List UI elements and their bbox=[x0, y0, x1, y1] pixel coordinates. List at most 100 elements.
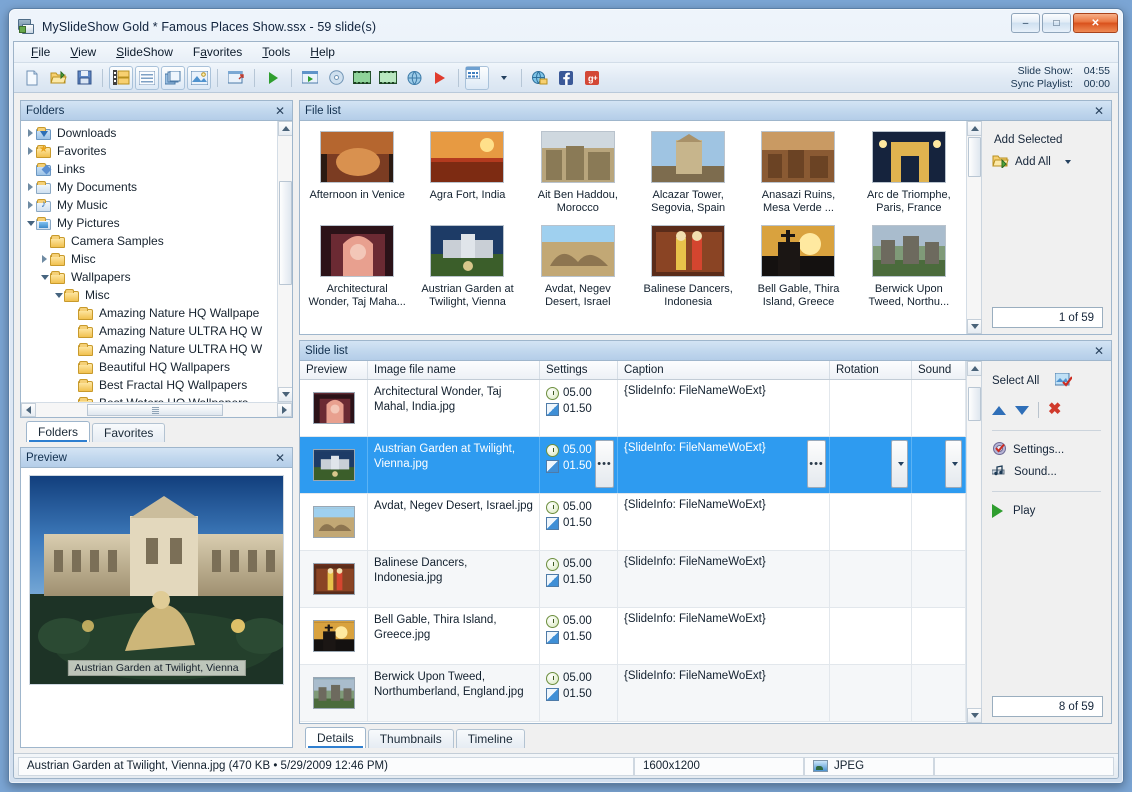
file-list-grid[interactable]: Afternoon in VeniceAgra Fort, IndiaAit B… bbox=[300, 121, 966, 315]
column-header-caption[interactable]: Caption bbox=[618, 361, 830, 379]
tree-item[interactable]: Camera Samples bbox=[25, 232, 277, 250]
publish-icon[interactable] bbox=[428, 66, 452, 90]
slide-row[interactable]: Bell Gable, Thira Island, Greece.jpg05.0… bbox=[300, 608, 966, 665]
film-import-icon[interactable] bbox=[376, 66, 400, 90]
tree-item[interactable]: My Pictures bbox=[25, 214, 277, 232]
scrollbar-thumb[interactable] bbox=[968, 387, 981, 421]
close-icon[interactable]: ✕ bbox=[273, 451, 287, 465]
file-list-item[interactable]: Bell Gable, Thira Island, Greece bbox=[743, 221, 853, 315]
file-list-item[interactable]: Austrian Garden at Twilight, Vienna bbox=[412, 221, 522, 315]
details-view-icon[interactable] bbox=[135, 66, 159, 90]
expand-icon[interactable] bbox=[25, 183, 36, 191]
folders-horizontal-scrollbar[interactable] bbox=[21, 402, 292, 417]
column-header-sound[interactable]: Sound bbox=[912, 361, 966, 379]
slide-list-scrollbar[interactable] bbox=[966, 361, 981, 723]
settings-button[interactable]: Settings... bbox=[992, 439, 1103, 461]
menu-file[interactable]: File bbox=[22, 42, 59, 62]
tab-details[interactable]: Details bbox=[305, 727, 366, 748]
close-icon[interactable]: ✕ bbox=[1092, 344, 1106, 358]
scroll-down-icon[interactable] bbox=[967, 319, 982, 334]
scroll-down-icon[interactable] bbox=[278, 387, 292, 402]
globe-upload-icon[interactable] bbox=[528, 66, 552, 90]
burn-disc-icon[interactable] bbox=[324, 66, 348, 90]
tree-item[interactable]: Beautiful HQ Wallpapers bbox=[25, 358, 277, 376]
googleplus-icon[interactable]: g+ bbox=[580, 66, 604, 90]
column-header-filename[interactable]: Image file name bbox=[368, 361, 540, 379]
slide-row[interactable]: Avdat, Negev Desert, Israel.jpg05.0001.5… bbox=[300, 494, 966, 551]
expand-icon[interactable] bbox=[25, 129, 36, 137]
scrollbar-thumb[interactable] bbox=[87, 404, 223, 416]
collapse-icon[interactable] bbox=[53, 293, 64, 298]
file-list-item[interactable]: Afternoon in Venice bbox=[302, 127, 412, 221]
file-list-item[interactable]: Avdat, Negev Desert, Israel bbox=[523, 221, 633, 315]
properties-icon[interactable] bbox=[224, 66, 248, 90]
select-all-button[interactable]: Select All bbox=[992, 370, 1103, 392]
menu-view[interactable]: View bbox=[61, 42, 105, 62]
move-up-icon[interactable] bbox=[992, 406, 1006, 415]
add-all-button[interactable]: Add All bbox=[992, 151, 1103, 173]
tab-timeline[interactable]: Timeline bbox=[456, 729, 525, 748]
menu-tools[interactable]: Tools bbox=[253, 42, 299, 62]
tab-folders[interactable]: Folders bbox=[26, 421, 90, 442]
column-header-settings[interactable]: Settings bbox=[540, 361, 618, 379]
file-list-item[interactable]: Balinese Dancers, Indonesia bbox=[633, 221, 743, 315]
tree-item[interactable]: Amazing Nature HQ Wallpape bbox=[25, 304, 277, 322]
slide-row[interactable]: Architectural Wonder, Taj Mahal, India.j… bbox=[300, 380, 966, 437]
play-button[interactable]: Play bbox=[992, 500, 1103, 522]
play-icon[interactable] bbox=[261, 66, 285, 90]
chevron-down-icon[interactable] bbox=[1065, 160, 1071, 164]
folders-vertical-scrollbar[interactable] bbox=[277, 121, 292, 402]
slide-view-icon[interactable] bbox=[187, 66, 211, 90]
film-export-icon[interactable] bbox=[350, 66, 374, 90]
scrollbar-thumb[interactable] bbox=[279, 181, 292, 285]
menu-help[interactable]: Help bbox=[301, 42, 344, 62]
tree-item[interactable]: Downloads bbox=[25, 124, 277, 142]
file-list-item[interactable]: Alcazar Tower, Segovia, Spain bbox=[633, 127, 743, 221]
close-icon[interactable]: ✕ bbox=[273, 104, 287, 118]
tree-item[interactable]: My Music bbox=[25, 196, 277, 214]
scroll-down-icon[interactable] bbox=[967, 708, 982, 723]
sound-button[interactable]: Sound... bbox=[992, 461, 1103, 483]
folders-tree[interactable]: DownloadsFavoritesLinksMy DocumentsMy Mu… bbox=[21, 121, 277, 402]
file-list-item[interactable]: Berwick Upon Tweed, Northu... bbox=[854, 221, 964, 315]
tab-favorites[interactable]: Favorites bbox=[92, 423, 165, 442]
minimize-button[interactable]: – bbox=[1011, 13, 1040, 33]
facebook-icon[interactable] bbox=[554, 66, 578, 90]
grid-dropdown-caret-icon[interactable] bbox=[491, 66, 515, 90]
tree-item[interactable]: Best Waters HQ Wallpapers bbox=[25, 394, 277, 402]
scrollbar-thumb[interactable] bbox=[968, 137, 981, 177]
web-album-icon[interactable] bbox=[402, 66, 426, 90]
settings-ellipsis-button[interactable]: ••• bbox=[595, 440, 614, 488]
filmstrip-view-icon[interactable] bbox=[109, 66, 133, 90]
tree-item[interactable]: Links bbox=[25, 160, 277, 178]
rotation-dropdown-button[interactable] bbox=[891, 440, 908, 488]
slide-row[interactable]: Berwick Upon Tweed, Northumberland, Engl… bbox=[300, 665, 966, 722]
new-document-icon[interactable] bbox=[20, 66, 44, 90]
grid-dropdown-icon[interactable] bbox=[465, 66, 489, 90]
file-list-item[interactable]: Arc de Triomphe, Paris, France bbox=[854, 127, 964, 221]
slide-table-rows[interactable]: Architectural Wonder, Taj Mahal, India.j… bbox=[300, 380, 966, 723]
tree-item[interactable]: Wallpapers bbox=[25, 268, 277, 286]
move-down-icon[interactable] bbox=[1015, 406, 1029, 415]
tree-item[interactable]: Amazing Nature ULTRA HQ W bbox=[25, 340, 277, 358]
column-header-rotation[interactable]: Rotation bbox=[830, 361, 912, 379]
caption-ellipsis-button[interactable]: ••• bbox=[807, 440, 826, 488]
expand-icon[interactable] bbox=[25, 201, 36, 209]
delete-icon[interactable]: ✖ bbox=[1048, 402, 1061, 418]
tree-item[interactable]: Amazing Nature ULTRA HQ W bbox=[25, 322, 277, 340]
open-folder-icon[interactable] bbox=[46, 66, 70, 90]
file-list-item[interactable]: Agra Fort, India bbox=[412, 127, 522, 221]
scroll-up-icon[interactable] bbox=[278, 121, 292, 136]
file-list-scrollbar[interactable] bbox=[966, 121, 981, 334]
scroll-up-icon[interactable] bbox=[967, 121, 982, 136]
menu-slideshow[interactable]: SlideShow bbox=[107, 42, 182, 62]
tree-item[interactable]: Misc bbox=[25, 250, 277, 268]
add-selected-button[interactable]: Add Selected bbox=[992, 129, 1103, 151]
file-list-item[interactable]: Ait Ben Haddou, Morocco bbox=[523, 127, 633, 221]
collapse-icon[interactable] bbox=[39, 275, 50, 280]
tree-item[interactable]: My Documents bbox=[25, 178, 277, 196]
scroll-up-icon[interactable] bbox=[967, 361, 982, 376]
slide-row[interactable]: Balinese Dancers, Indonesia.jpg05.0001.5… bbox=[300, 551, 966, 608]
scroll-right-icon[interactable] bbox=[277, 403, 292, 417]
save-icon[interactable] bbox=[72, 66, 96, 90]
